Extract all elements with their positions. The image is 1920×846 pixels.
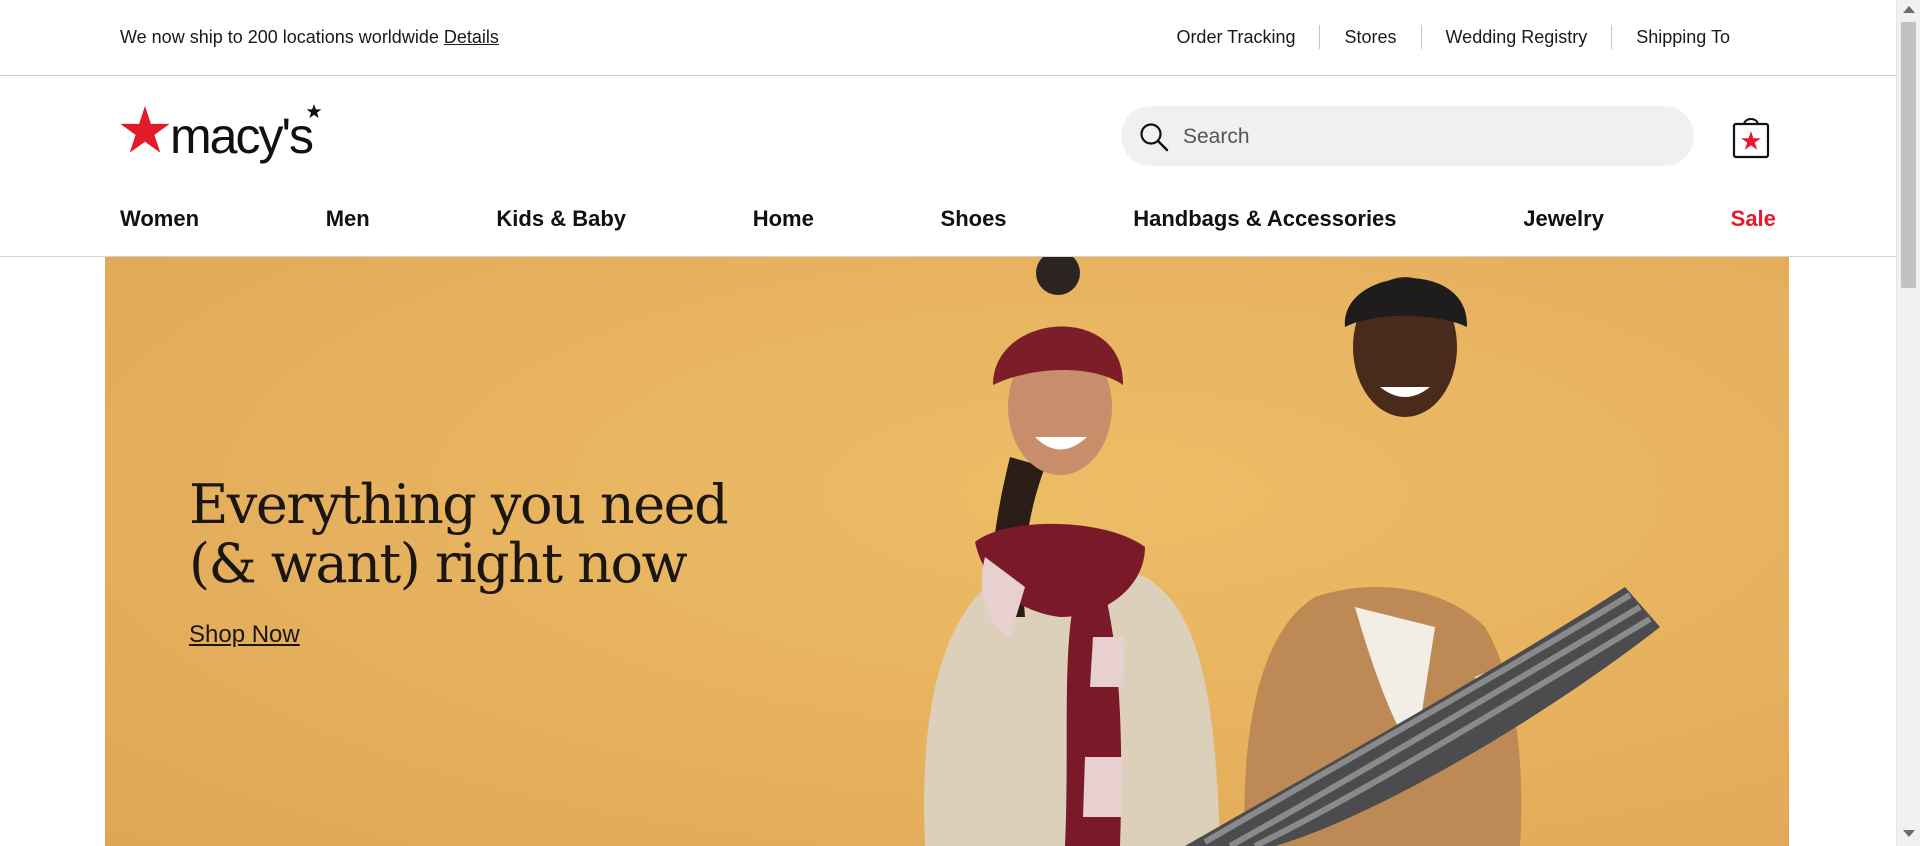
nav-item-home[interactable]: Home	[753, 206, 814, 232]
details-link[interactable]: Details	[444, 27, 499, 47]
hero-headline: Everything you need (& want) right now	[189, 475, 809, 593]
hero-headline-line-2: (& want) right now	[189, 532, 688, 595]
shipping-to-link[interactable]: Shipping To	[1612, 27, 1730, 48]
nav-item-shoes[interactable]: Shoes	[941, 206, 1007, 232]
order-tracking-link[interactable]: Order Tracking	[1152, 27, 1319, 48]
shopping-bag-icon[interactable]	[1732, 114, 1770, 159]
wedding-registry-link[interactable]: Wedding Registry	[1422, 27, 1612, 48]
woman-figure	[924, 257, 1220, 846]
macys-logo[interactable]: macy's	[120, 104, 335, 166]
nav-item-women[interactable]: Women	[120, 206, 199, 232]
utility-bar: We now ship to 200 locations worldwide De…	[0, 0, 1896, 76]
nav-item-men[interactable]: Men	[326, 206, 370, 232]
hero-headline-line-1: Everything you need	[189, 473, 729, 536]
nav-item-jewelry[interactable]: Jewelry	[1523, 206, 1604, 232]
search-input[interactable]	[1181, 106, 1675, 168]
main-nav: Women Men Kids & Baby Home Shoes Handbag…	[120, 206, 1776, 232]
search-icon[interactable]	[1139, 122, 1169, 152]
shop-now-link[interactable]: Shop Now	[189, 621, 300, 649]
hero-banner[interactable]: Everything you need (& want) right now S…	[105, 257, 1789, 846]
shipping-message-text: We now ship to 200 locations worldwide	[120, 27, 439, 47]
search-bar[interactable]	[1121, 106, 1694, 168]
svg-text:macy's: macy's	[170, 108, 313, 164]
nav-item-kids-baby[interactable]: Kids & Baby	[496, 206, 626, 232]
site-header: macy's Women Men Kids & Baby Home Shoes …	[0, 76, 1896, 257]
scroll-up-arrow-icon[interactable]	[1903, 6, 1915, 13]
scroll-down-arrow-icon[interactable]	[1903, 830, 1915, 837]
stores-link[interactable]: Stores	[1320, 27, 1420, 48]
nav-item-sale[interactable]: Sale	[1731, 206, 1776, 232]
star-icon	[120, 106, 170, 153]
utility-links: Order Tracking Stores Wedding Registry S…	[1152, 25, 1730, 49]
nav-item-handbags-accessories[interactable]: Handbags & Accessories	[1133, 206, 1396, 232]
scrollbar-thumb[interactable]	[1901, 22, 1916, 288]
vertical-scrollbar[interactable]	[1896, 0, 1920, 846]
page-viewport: We now ship to 200 locations worldwide De…	[0, 0, 1896, 846]
shipping-message: We now ship to 200 locations worldwide De…	[120, 27, 499, 48]
